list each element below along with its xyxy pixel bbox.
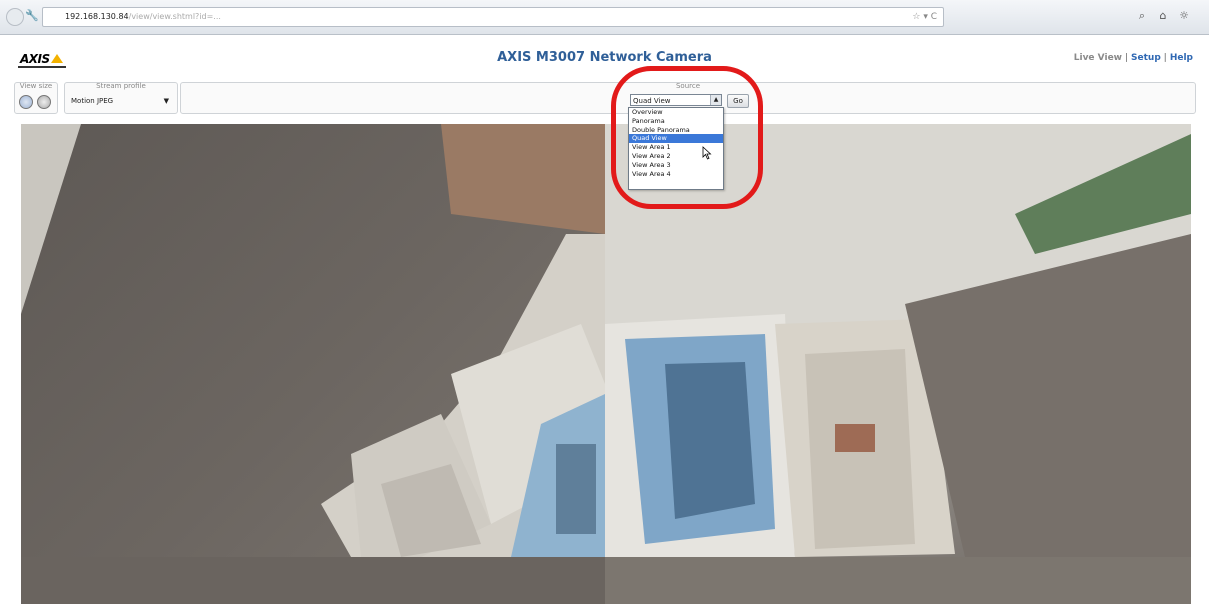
top-nav: Live View | Setup | Help [1074, 53, 1193, 63]
gear-icon[interactable]: ☼ [1176, 8, 1192, 24]
address-controls[interactable]: ☆ ▾ C [912, 8, 937, 26]
stream-profile-value: Motion JPEG [71, 97, 114, 105]
red-highlight-circle [611, 66, 763, 209]
home-icon[interactable]: ⌂ [1155, 8, 1171, 24]
page-title: AXIS M3007 Network Camera [497, 50, 712, 65]
back-icon[interactable] [6, 8, 24, 26]
stream-profile-label: Stream profile [96, 82, 146, 90]
site-icon: 🔧 [25, 9, 39, 22]
stream-profile-select[interactable]: Motion JPEG ▼ [71, 95, 171, 108]
nav-setup[interactable]: Setup [1131, 53, 1161, 63]
view-size-large-button[interactable] [37, 95, 51, 109]
chevron-down-icon: ▼ [163, 97, 169, 105]
nav-help[interactable]: Help [1170, 53, 1193, 63]
search-icon[interactable]: ⌕ [1134, 8, 1150, 24]
nav-separator: | [1163, 53, 1167, 63]
address-bar[interactable]: 192.168.130.84/view/view.shtml?id=... ☆ … [42, 7, 944, 27]
nav-live-view[interactable]: Live View [1074, 53, 1122, 63]
view-size-label: View size [19, 82, 53, 90]
address-path: /view/view.shtml?id=... [128, 12, 221, 21]
browser-toolbar: 🔧 192.168.130.84/view/view.shtml?id=... … [0, 0, 1209, 35]
video-quadrant-3 [21, 557, 605, 604]
quadrant-1-scene [21, 124, 605, 557]
logo-underline [18, 66, 66, 68]
stream-profile-group: Stream profile Motion JPEG ▼ [64, 82, 178, 114]
view-size-small-button[interactable] [19, 95, 33, 109]
control-strip: View size Stream profile Motion JPEG ▼ S… [14, 78, 1196, 114]
video-quadrant-1 [21, 124, 605, 557]
view-size-group: View size [14, 82, 58, 114]
video-stream[interactable] [21, 124, 1191, 604]
address-host: 192.168.130.84 [65, 12, 129, 21]
nav-separator: | [1124, 53, 1129, 63]
video-quadrant-4 [605, 557, 1191, 604]
